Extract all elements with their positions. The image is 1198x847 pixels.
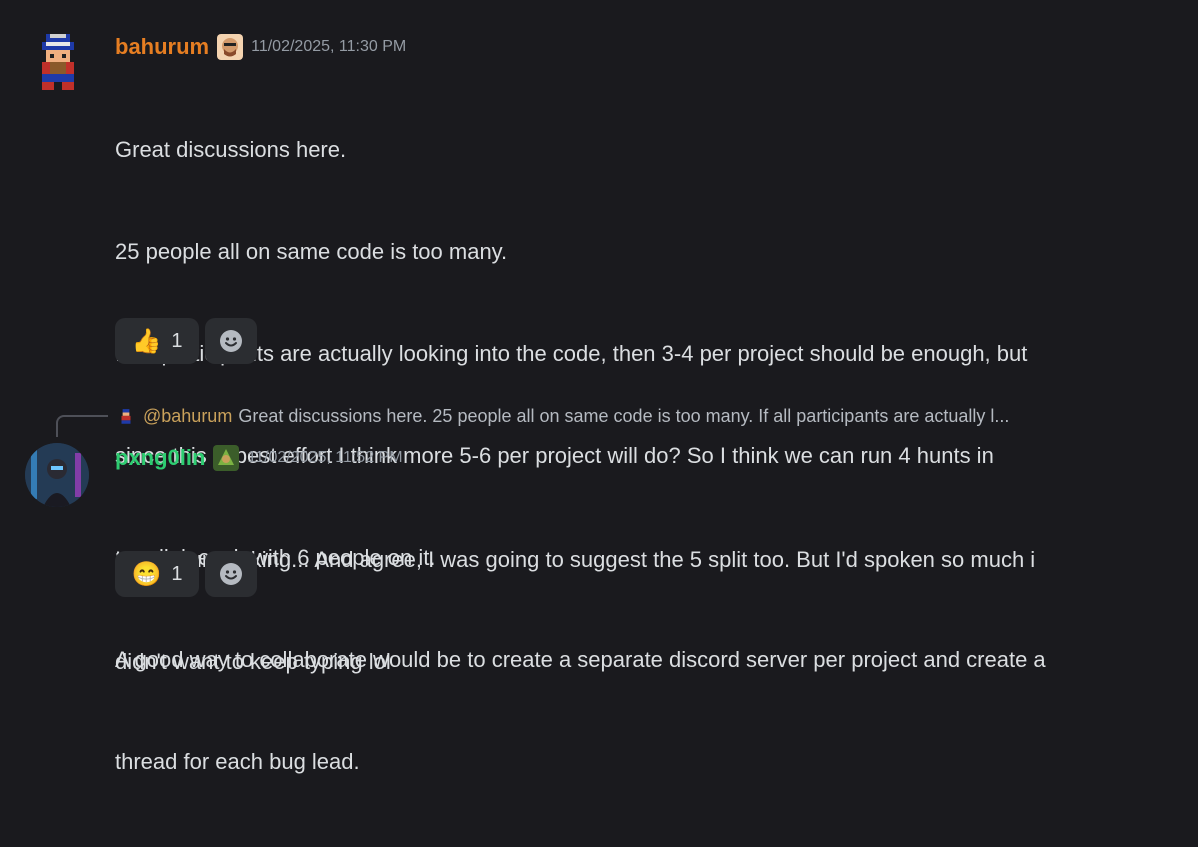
user-badge-icon (217, 34, 244, 60)
reply-text: Great discussions here. 25 people all on… (238, 406, 1010, 426)
username[interactable]: pxng0lin (115, 445, 205, 471)
reply-mention[interactable]: @bahurum (143, 406, 232, 427)
pixel-avatar-icon (42, 34, 74, 90)
reply-preview[interactable]: @bahurum Great discussions here. 25 peop… (117, 406, 1009, 427)
avatar-pxng0lin[interactable] (25, 443, 89, 507)
message-line: Great discussions here. (115, 137, 347, 162)
add-reaction-button[interactable] (205, 551, 257, 597)
reaction-thumbs-up[interactable]: 👍 1 (115, 318, 199, 364)
message-line: thread for each bug lead. (115, 749, 360, 774)
smiley-add-icon (220, 330, 242, 352)
timestamp: 11/02/2025, 11:52 PM (247, 449, 403, 466)
reaction-grin[interactable]: 😁 1 (115, 551, 199, 597)
avatar-bahurum[interactable] (26, 30, 90, 94)
reaction-count: 1 (171, 562, 183, 585)
timestamp: 11/02/2025, 11:30 PM (251, 38, 407, 55)
avatar-image-icon (25, 443, 89, 507)
thumbs-up-icon: 👍 (131, 327, 162, 355)
username[interactable]: bahurum (115, 34, 209, 60)
grin-icon: 😁 (131, 560, 162, 588)
reaction-count: 1 (171, 329, 183, 352)
reply-avatar-icon (121, 408, 131, 424)
message-line: 25 people all on same code is too many. (115, 239, 508, 264)
message-line: didn't want to keep typing lol (115, 649, 391, 674)
smiley-add-icon (220, 563, 242, 585)
reply-connector (56, 415, 108, 437)
add-reaction-button[interactable] (205, 318, 257, 364)
message-content: I like your thinking... And agree, I was… (115, 475, 1035, 747)
user-badge-icon (213, 445, 240, 471)
